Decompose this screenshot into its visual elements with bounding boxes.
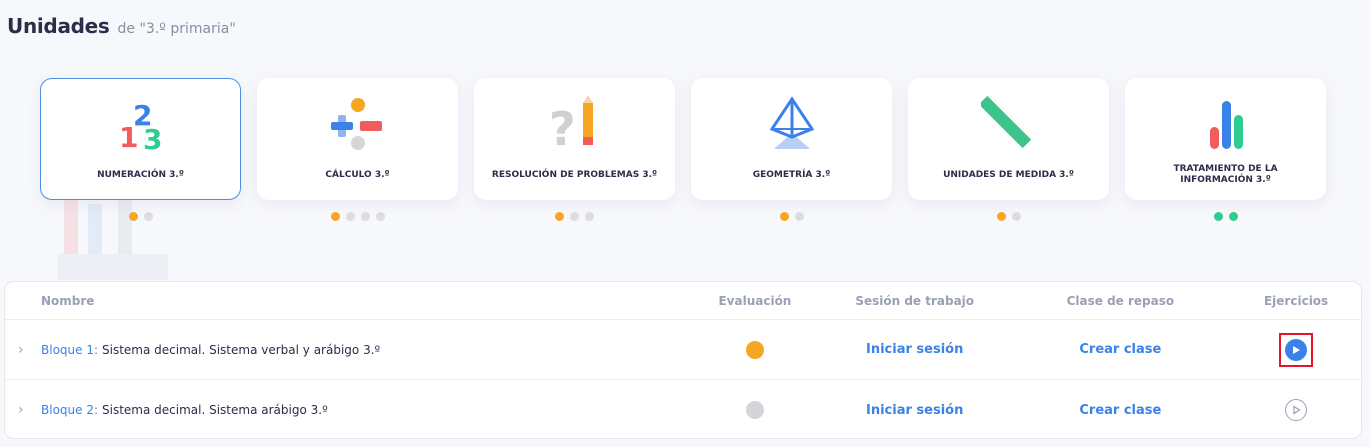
create-class-link[interactable]: Crear clase (1079, 403, 1161, 418)
exercises-cell (1231, 332, 1361, 367)
unit-card-title: TRATAMIENTO DE LA INFORMACIÓN 3.º (1173, 164, 1278, 185)
page-dot[interactable] (1213, 212, 1223, 221)
page-title: Unidades (7, 14, 110, 38)
page-dot[interactable] (570, 212, 579, 221)
create-class-link[interactable]: Crear clase (1079, 342, 1161, 357)
eval-cell (690, 401, 820, 419)
page-dot[interactable] (143, 212, 153, 221)
blocks-table: Nombre Evaluación Sesión de trabajo Clas… (4, 281, 1362, 439)
page-dot[interactable] (330, 212, 340, 221)
numbers-123-icon: 1 2 3 (111, 93, 171, 153)
page-dot[interactable] (345, 212, 355, 221)
play-outline-icon[interactable] (1285, 399, 1308, 421)
page-dot[interactable] (128, 212, 138, 221)
unit-card-medida[interactable]: UNIDADES DE MEDIDA 3.º (908, 78, 1109, 200)
page-dot[interactable] (585, 212, 594, 221)
eval-status-dot (745, 340, 764, 359)
chevron-right-icon[interactable]: › (18, 402, 24, 418)
unit-card-title: NUMERACIÓN 3.º (97, 169, 184, 180)
exercises-play-button[interactable] (1279, 332, 1314, 367)
unit-card-numeracion[interactable]: 1 2 3 NUMERACIÓN 3.º (40, 78, 241, 200)
row-name: Bloque 2: Sistema decimal. Sistema arábi… (5, 403, 690, 417)
unit-card-title: GEOMETRÍA 3.º (752, 169, 831, 180)
unit-card-calculo[interactable]: CÁLCULO 3.º (257, 78, 458, 200)
header-sesion: Sesión de trabajo (855, 293, 975, 308)
review-cell: Crear clase (1010, 342, 1232, 357)
page-subtitle: de "3.º primaria" (117, 21, 236, 37)
page-dot[interactable] (360, 212, 370, 221)
unit-dots (40, 212, 241, 221)
unit-card-resolucion[interactable]: ? RESOLUCIÓN DE PROBLEMAS 3.º (474, 78, 675, 200)
page-header: Unidades de "3.º primaria" (7, 14, 236, 38)
unit-dots (1125, 212, 1326, 221)
page-dot[interactable] (1228, 212, 1238, 221)
page-dot[interactable] (555, 212, 564, 221)
page-dot[interactable] (779, 212, 789, 221)
unit-card-tratamiento[interactable]: TRATAMIENTO DE LA INFORMACIÓN 3.º (1125, 78, 1326, 200)
unit-card-title: UNIDADES DE MEDIDA 3.º (943, 169, 1074, 180)
exercises-cell (1231, 399, 1361, 421)
page-dot[interactable] (1011, 212, 1021, 221)
header-ejercicios: Ejercicios (1263, 293, 1329, 308)
unit-dots (257, 212, 458, 221)
session-cell: Iniciar sesión (820, 342, 1010, 357)
row-name: Bloque 1: Sistema decimal. Sistema verba… (5, 343, 690, 357)
block-title: Sistema decimal. Sistema verbal y arábig… (102, 342, 381, 357)
bar-chart-icon (1196, 93, 1256, 153)
eval-cell (690, 340, 820, 359)
block-link[interactable]: Bloque 1: (41, 343, 98, 357)
page-dot[interactable] (996, 212, 1006, 221)
unit-dots (908, 212, 1109, 221)
header-nombre: Nombre (41, 293, 95, 308)
svg-text:3: 3 (143, 123, 162, 151)
eval-status-dot (745, 401, 764, 419)
table-row: › Bloque 1: Sistema decimal. Sistema ver… (5, 320, 1361, 380)
block-link[interactable]: Bloque 2: (41, 403, 98, 417)
unit-card-title: CÁLCULO 3.º (325, 169, 390, 180)
page-dot[interactable] (794, 212, 804, 221)
unit-pagination-dots (40, 212, 1326, 221)
start-session-link[interactable]: Iniciar sesión (866, 342, 963, 357)
svg-text:?: ? (549, 102, 576, 151)
question-pencil-icon: ? (545, 93, 605, 153)
header-repaso: Clase de repaso (1066, 293, 1175, 308)
start-session-link[interactable]: Iniciar sesión (866, 403, 963, 418)
unit-dots (474, 212, 675, 221)
unit-cards: 1 2 3 NUMERACIÓN 3.º CÁLCULO 3.º ? RESOL… (40, 78, 1326, 200)
pyramid-icon (762, 93, 822, 153)
unit-dots (691, 212, 892, 221)
plus-minus-icon (328, 93, 388, 153)
table-row: › Bloque 2: Sistema decimal. Sistema ará… (5, 380, 1361, 440)
chevron-right-icon[interactable]: › (18, 342, 24, 358)
ruler-icon (979, 93, 1039, 153)
table-header: Nombre Evaluación Sesión de trabajo Clas… (5, 282, 1361, 320)
play-filled-icon (1285, 338, 1308, 361)
page-dot[interactable] (375, 212, 385, 221)
review-cell: Crear clase (1010, 403, 1232, 418)
header-evaluacion: Evaluación (718, 293, 792, 308)
unit-card-title: RESOLUCIÓN DE PROBLEMAS 3.º (491, 169, 658, 180)
session-cell: Iniciar sesión (820, 403, 1010, 418)
block-title: Sistema decimal. Sistema arábigo 3.º (102, 403, 328, 417)
unit-card-geometria[interactable]: GEOMETRÍA 3.º (691, 78, 892, 200)
